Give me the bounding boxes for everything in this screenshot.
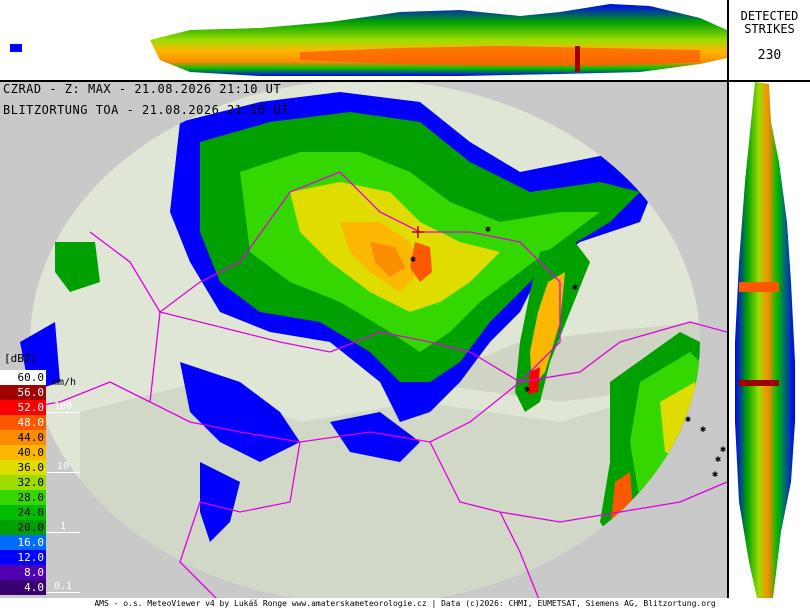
top-projection-chart <box>10 4 727 76</box>
right-projection-chart <box>735 82 795 598</box>
product-header: CZRAD - Z: MAX - 21.08.2026 21:10 UT <box>3 82 282 96</box>
svg-text:✱: ✱ <box>685 414 691 425</box>
legend-rain-mark: 1 <box>46 522 80 533</box>
legend-rain-mark: 100 <box>46 402 80 413</box>
svg-text:✱: ✱ <box>410 254 416 265</box>
legend-rain-mark: 0.1 <box>46 582 80 593</box>
right-echo-profile <box>735 82 795 598</box>
strikes-count: 230 <box>757 48 782 63</box>
legend-level: 56.0 <box>0 385 46 400</box>
svg-text:✱: ✱ <box>712 469 718 480</box>
svg-text:✱: ✱ <box>720 444 726 455</box>
svg-text:✱: ✱ <box>524 384 530 395</box>
legend-level: 40.0 <box>0 445 46 460</box>
legend-level: 28.0 <box>0 490 46 505</box>
credit-footer: AMS - o.s. MeteoViewer v4 by Lukáš Ronge… <box>0 598 810 610</box>
legend-level: 24.0 <box>0 505 46 520</box>
legend-level: 36.0 <box>0 460 46 475</box>
right-projection-panel <box>729 82 810 598</box>
svg-text:✱: ✱ <box>715 454 721 465</box>
right-echo-peak <box>739 380 779 386</box>
legend-level: 32.0 <box>0 475 46 490</box>
radar-viewer: DETECTED STRIKES 230 ✱ ✱ ✱ ✱ ✱ ✱ ✱ ✱ ✱ C… <box>0 0 810 610</box>
legend-rain-mark: 10 <box>46 462 80 473</box>
legend-rain-unit: mm/h <box>52 377 77 388</box>
svg-text:✱: ✱ <box>700 424 706 435</box>
svg-text:✱: ✱ <box>572 282 578 293</box>
legend-level: 20.0 <box>0 520 46 535</box>
top-projection-panel <box>0 0 727 80</box>
legend-level: 44.0 <box>0 430 46 445</box>
radar-map-canvas: ✱ ✱ ✱ ✱ ✱ ✱ ✱ ✱ ✱ <box>0 80 728 604</box>
legend-level: 60.0 <box>0 370 46 385</box>
legend-level: 8.0 <box>0 565 46 580</box>
legend-level: 52.0 <box>0 400 46 415</box>
svg-text:✱: ✱ <box>485 224 491 235</box>
projection-blob <box>10 44 22 52</box>
legend-unit: [dBZ] <box>4 352 38 365</box>
vertical-separator <box>727 0 729 598</box>
top-echo-peak <box>575 46 580 72</box>
lightning-header: BLITZORTUNG TOA - 21.08.2026 21:10 UT <box>3 103 289 117</box>
top-echo-profile <box>150 4 727 76</box>
radar-map: ✱ ✱ ✱ ✱ ✱ ✱ ✱ ✱ ✱ <box>0 80 728 604</box>
right-echo-core <box>739 282 779 292</box>
strikes-panel: DETECTED STRIKES 230 <box>729 0 810 80</box>
legend-level: 16.0 <box>0 535 46 550</box>
legend-level: 48.0 <box>0 415 46 430</box>
legend-level: 4.0 <box>0 580 46 595</box>
strikes-label: DETECTED STRIKES <box>740 9 799 36</box>
legend-level: 12.0 <box>0 550 46 565</box>
